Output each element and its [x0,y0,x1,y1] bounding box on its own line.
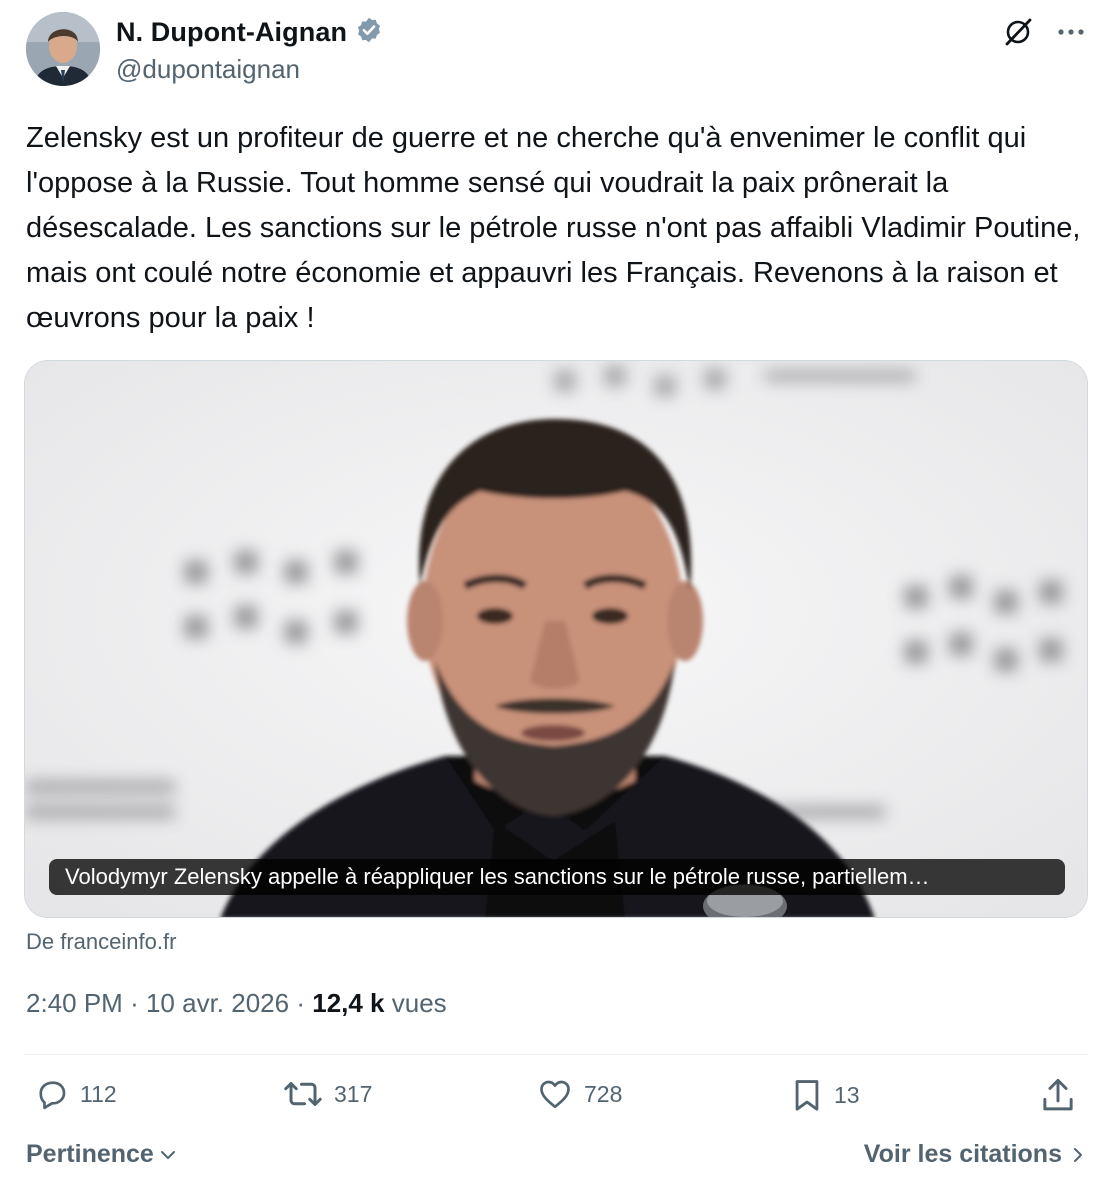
divider [24,1054,1088,1055]
share-button[interactable] [1040,1076,1076,1114]
repost-icon [284,1082,322,1106]
sort-label: Pertinence [26,1140,154,1168]
card-caption: Volodymyr Zelensky appelle à réappliquer… [49,859,1065,895]
bookmark-count: 13 [834,1081,860,1108]
meta-separator: · [296,988,305,1018]
quotes-label: Voir les citations [863,1140,1062,1168]
tweet-meta: 2:40 PM · 10 avr. 2026 · 12,4 k vues [26,988,447,1019]
like-icon [540,1080,570,1109]
views-label: vues [391,988,447,1018]
grok-icon[interactable] [1002,16,1034,48]
chevron-down-icon [160,1150,175,1159]
like-button[interactable]: 728 [536,1076,622,1112]
bookmark-icon [795,1080,819,1111]
tweet-text: Zelensky est un profiteur de guerre et n… [26,122,1081,334]
views-count: 12,4 k [312,988,385,1018]
tweet-date[interactable]: 10 avr. 2026 [146,988,289,1018]
tweet-time[interactable]: 2:40 PM [26,988,123,1018]
author-name-row: N. Dupont-Aignan [116,16,383,49]
bookmark-button[interactable]: 13 [790,1076,860,1114]
more-icon[interactable] [1056,27,1086,37]
tweet: N. Dupont-Aignan @dupontaignan Zelensky … [0,0,1110,1194]
card-source[interactable]: De franceinfo.fr [26,929,176,955]
reply-count: 112 [80,1080,117,1107]
view-quotes-link[interactable]: Voir les citations [864,1140,1086,1169]
meta-separator: · [130,988,139,1018]
chevron-right-icon [1074,1147,1082,1162]
link-card[interactable]: Volodymyr Zelensky appelle à réappliquer… [24,360,1088,918]
avatar[interactable] [26,12,100,86]
verified-badge-icon[interactable] [355,16,383,49]
repost-button[interactable]: 317 [282,1076,372,1112]
header-actions [1002,16,1086,48]
repost-count: 317 [334,1080,373,1107]
author-handle[interactable]: @dupontaignan [116,54,300,85]
replies-footer: Pertinence Voir les citations [0,1140,1110,1180]
card-photo [25,361,1087,917]
avatar-image [26,12,100,86]
author-name[interactable]: N. Dupont-Aignan [116,17,347,48]
like-count: 728 [584,1080,623,1107]
sort-dropdown[interactable]: Pertinence [26,1140,178,1169]
reply-icon [39,1081,66,1110]
action-bar: 112 317 728 13 [0,1076,1110,1126]
share-icon [1043,1078,1073,1111]
reply-button[interactable]: 112 [34,1076,117,1112]
